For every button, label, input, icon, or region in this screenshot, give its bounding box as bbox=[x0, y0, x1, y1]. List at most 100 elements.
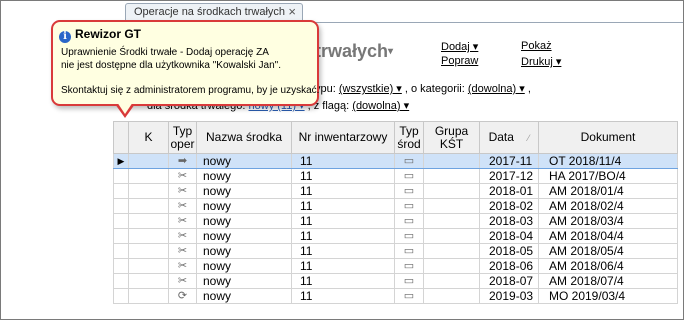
row-indicator bbox=[113, 288, 129, 304]
printer-icon: ▭ bbox=[394, 153, 424, 169]
operations-table: K Typ oper Nazwa środka Nr inwentarzowy … bbox=[113, 121, 678, 304]
close-icon[interactable]: × bbox=[288, 4, 296, 19]
tooltip-title-text: Rewizor GT bbox=[75, 27, 142, 41]
filter-line-1: ypu: (wszystkie) ▾ , o kategorii: (dowol… bbox=[315, 82, 531, 95]
row-indicator bbox=[113, 228, 129, 244]
col-header-typ-srod[interactable]: Typ środ bbox=[394, 121, 424, 154]
col-header-k[interactable]: K bbox=[128, 121, 169, 154]
col-header-indicator bbox=[113, 121, 129, 154]
row-indicator bbox=[113, 258, 129, 274]
typ-oper-icon: ✂ bbox=[168, 213, 197, 229]
col-header-grupa[interactable]: Grupa KŚT bbox=[423, 121, 480, 154]
cell-grupa bbox=[423, 168, 480, 184]
table-row[interactable]: ▶ ➡ nowy 11 ▭ 2017-11 OT 2018/11/4 bbox=[113, 153, 678, 169]
filter-kategoria-label: , o kategorii: bbox=[404, 83, 465, 95]
cell-k bbox=[128, 183, 169, 199]
cell-nazwa: nowy bbox=[196, 258, 292, 274]
typ-oper-icon: ⟳ bbox=[168, 288, 197, 304]
cell-nr: 11 bbox=[291, 198, 395, 214]
table-row[interactable]: ✂ nowy 11 ▭ 2018-07 AM 2018/07/4 bbox=[113, 273, 678, 289]
cell-nazwa: nowy bbox=[196, 228, 292, 244]
cell-grupa bbox=[423, 273, 480, 289]
page-title[interactable]: trwałych▾ bbox=[315, 41, 393, 62]
table-row[interactable]: ✂ nowy 11 ▭ 2018-04 AM 2018/04/4 bbox=[113, 228, 678, 244]
cell-dokument: AM 2018/02/4 bbox=[538, 198, 678, 214]
table-row[interactable]: ⟳ nowy 11 ▭ 2019-03 MO 2019/03/4 bbox=[113, 288, 678, 304]
cell-k bbox=[128, 243, 169, 259]
filter-flaga-dropdown[interactable]: (dowolna) ▾ bbox=[352, 100, 409, 112]
cell-data: 2018-05 bbox=[479, 243, 539, 259]
typ-oper-icon: ✂ bbox=[168, 258, 197, 274]
cell-data: 2018-06 bbox=[479, 258, 539, 274]
col-header-typ-oper[interactable]: Typ oper bbox=[168, 121, 197, 154]
sort-icon: ⁄ bbox=[527, 132, 530, 143]
cell-grupa bbox=[423, 228, 480, 244]
col-header-data[interactable]: Data ⁄ bbox=[479, 121, 539, 154]
cell-data: 2018-03 bbox=[479, 213, 539, 229]
cell-k bbox=[128, 273, 169, 289]
filter-sep: , bbox=[527, 83, 531, 95]
info-icon: i bbox=[59, 31, 71, 43]
cell-grupa bbox=[423, 183, 480, 199]
cell-data: 2017-11 bbox=[479, 153, 539, 169]
cell-dokument: AM 2018/05/4 bbox=[538, 243, 678, 259]
cell-nazwa: nowy bbox=[196, 183, 292, 199]
filter-typ-dropdown[interactable]: (wszystkie) ▾ bbox=[339, 83, 402, 95]
cell-k bbox=[128, 288, 169, 304]
popraw-link[interactable]: Popraw bbox=[441, 55, 478, 67]
printer-icon: ▭ bbox=[394, 213, 424, 229]
filter-kategoria-dropdown[interactable]: (dowolna) ▾ bbox=[468, 83, 525, 95]
col-header-dokument[interactable]: Dokument bbox=[538, 121, 678, 154]
printer-icon: ▭ bbox=[394, 183, 424, 199]
cell-grupa bbox=[423, 258, 480, 274]
tooltip-tail-inner bbox=[117, 102, 133, 114]
table-row[interactable]: ✂ nowy 11 ▭ 2018-01 AM 2018/01/4 bbox=[113, 183, 678, 199]
table-row[interactable]: ✂ nowy 11 ▭ 2017-12 HA 2017/BO/4 bbox=[113, 168, 678, 184]
typ-oper-icon: ✂ bbox=[168, 198, 197, 214]
cell-nazwa: nowy bbox=[196, 153, 292, 169]
cell-data: 2018-07 bbox=[479, 273, 539, 289]
table-header: K Typ oper Nazwa środka Nr inwentarzowy … bbox=[113, 121, 678, 154]
cell-dokument: AM 2018/04/4 bbox=[538, 228, 678, 244]
cell-dokument: AM 2018/01/4 bbox=[538, 183, 678, 199]
cell-grupa bbox=[423, 213, 480, 229]
col-header-nr[interactable]: Nr inwentarzowy bbox=[291, 121, 395, 154]
cell-dokument: AM 2018/06/4 bbox=[538, 258, 678, 274]
printer-icon: ▭ bbox=[394, 198, 424, 214]
row-indicator bbox=[113, 168, 129, 184]
typ-oper-icon: ✂ bbox=[168, 168, 197, 184]
cell-dokument: OT 2018/11/4 bbox=[538, 153, 678, 169]
dodaj-menu[interactable]: Dodaj ▾ bbox=[441, 40, 478, 53]
drukuj-menu[interactable]: Drukuj ▾ bbox=[521, 55, 561, 68]
table-row[interactable]: ✂ nowy 11 ▭ 2018-05 AM 2018/05/4 bbox=[113, 243, 678, 259]
cell-data: 2018-04 bbox=[479, 228, 539, 244]
cell-grupa bbox=[423, 288, 480, 304]
cell-data: 2017-12 bbox=[479, 168, 539, 184]
cell-grupa bbox=[423, 243, 480, 259]
cell-nr: 11 bbox=[291, 288, 395, 304]
col-header-nazwa[interactable]: Nazwa środka bbox=[196, 121, 292, 154]
typ-oper-icon: ✂ bbox=[168, 183, 197, 199]
tooltip-message-line2: nie jest dostępne dla użytkownika "Kowal… bbox=[61, 60, 281, 71]
cell-nazwa: nowy bbox=[196, 273, 292, 289]
cell-nr: 11 bbox=[291, 258, 395, 274]
row-indicator bbox=[113, 183, 129, 199]
typ-oper-icon: ➡ bbox=[168, 153, 197, 169]
cell-data: 2019-03 bbox=[479, 288, 539, 304]
page-title-text: trwałych bbox=[315, 41, 389, 61]
table-row[interactable]: ✂ nowy 11 ▭ 2018-02 AM 2018/02/4 bbox=[113, 198, 678, 214]
cell-nr: 11 bbox=[291, 273, 395, 289]
cell-nazwa: nowy bbox=[196, 213, 292, 229]
table-row[interactable]: ✂ nowy 11 ▭ 2018-06 AM 2018/06/4 bbox=[113, 258, 678, 274]
printer-icon: ▭ bbox=[394, 243, 424, 259]
cell-nazwa: nowy bbox=[196, 243, 292, 259]
app-window: Operacje na środkach trwałych × trwałych… bbox=[0, 0, 684, 320]
table-row[interactable]: ✂ nowy 11 ▭ 2018-03 AM 2018/03/4 bbox=[113, 213, 678, 229]
cell-nazwa: nowy bbox=[196, 168, 292, 184]
cell-k bbox=[128, 228, 169, 244]
row-indicator bbox=[113, 273, 129, 289]
cell-grupa bbox=[423, 153, 480, 169]
cell-k bbox=[128, 153, 169, 169]
pokaz-link[interactable]: Pokaż bbox=[521, 40, 552, 52]
cell-k bbox=[128, 198, 169, 214]
